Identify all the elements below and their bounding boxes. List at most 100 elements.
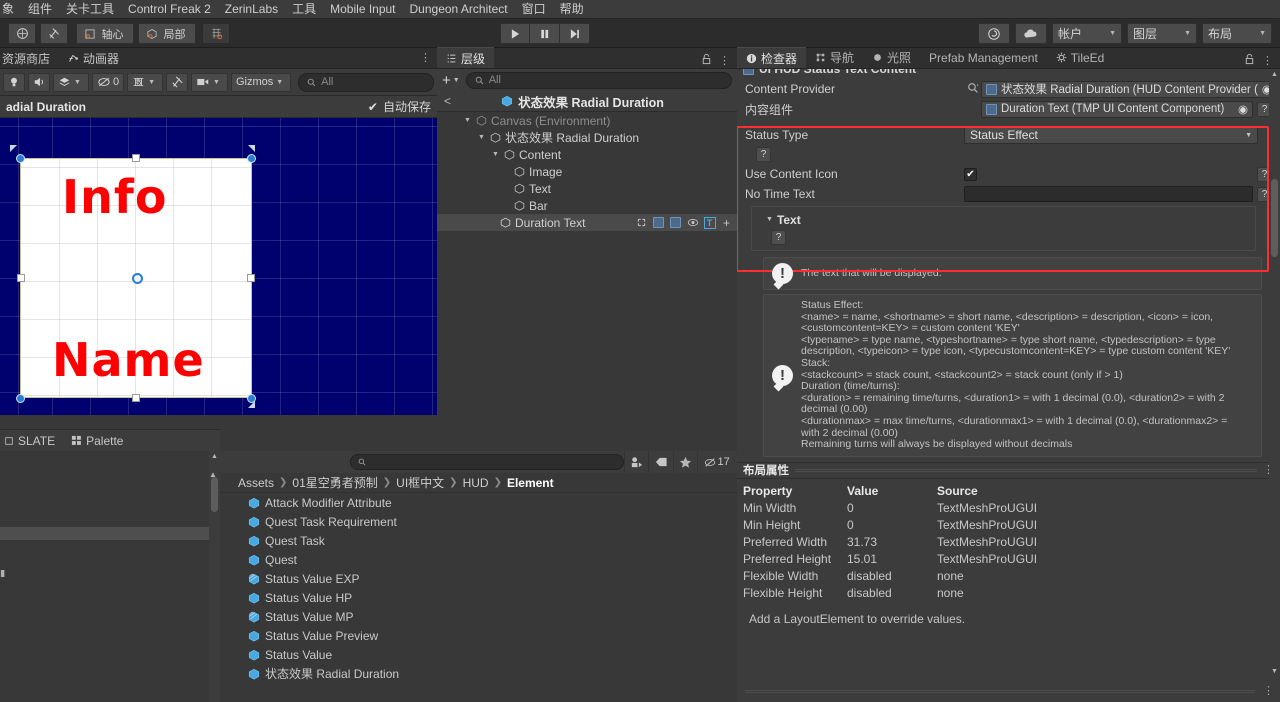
tab-tileed[interactable]: TileEd <box>1047 47 1114 68</box>
pause-button[interactable] <box>530 23 560 44</box>
menu-item-8[interactable]: 窗口 <box>515 0 553 19</box>
hierarchy-search-input[interactable]: All <box>465 71 732 89</box>
project-item-5[interactable]: Status Value HP <box>220 588 737 607</box>
breadcrumb-item-0[interactable]: Assets <box>238 476 274 490</box>
hierarchy-menu-icon[interactable]: ⋮ <box>719 55 730 66</box>
project-item-8[interactable]: Status Value <box>220 645 737 664</box>
no-time-text-input[interactable] <box>964 186 1253 202</box>
layers-dropdown[interactable]: 图层 ▼ <box>1127 23 1197 44</box>
project-item-9[interactable]: 状态效果 Radial Duration <box>220 664 737 683</box>
hierarchy-row-text[interactable]: Text <box>437 180 737 197</box>
scene-tools-icon[interactable] <box>166 72 188 92</box>
tab-animator[interactable]: 动画器 <box>68 50 119 67</box>
prefab-badge-icon-2[interactable] <box>669 216 682 229</box>
lighting-toggle-icon[interactable] <box>3 72 25 92</box>
menu-item-0[interactable]: 象 <box>0 0 21 19</box>
project-item-7[interactable]: Status Value Preview <box>220 626 737 645</box>
collab-icon[interactable] <box>978 23 1010 44</box>
scroll-up-arrow-icon[interactable]: ▲ <box>211 453 218 460</box>
menu-item-3[interactable]: Control Freak 2 <box>121 0 218 19</box>
resize-handle-bottom[interactable] <box>132 394 140 402</box>
project-filter-type-icon[interactable] <box>623 451 649 473</box>
transform-tool-button[interactable] <box>40 23 68 44</box>
play-button[interactable] <box>500 23 530 44</box>
eye-icon[interactable] <box>686 216 699 229</box>
scroll-up-arrow-icon[interactable]: ▲ <box>1271 71 1278 78</box>
inspector-scrollbar[interactable]: ▲ ▼ <box>1269 69 1280 677</box>
hierarchy-row-bar[interactable]: Bar <box>437 197 737 214</box>
project-item-0[interactable]: Attack Modifier Attribute <box>220 493 737 512</box>
project-favorites-icon[interactable] <box>672 451 698 473</box>
tab-lighting[interactable]: 光照 <box>863 47 920 68</box>
fx-dropdown-button[interactable]: ▼ <box>53 72 89 92</box>
shaded-count-button[interactable]: 0 <box>91 72 125 92</box>
text-section-header[interactable]: ▼ Text <box>752 210 1255 229</box>
scroll-down-arrow-icon[interactable]: ▼ <box>1271 668 1278 675</box>
scene-canvas[interactable]: Info Name Duration Text T + <box>0 118 437 415</box>
project-item-3[interactable]: Quest <box>220 550 737 569</box>
menu-item-2[interactable]: 关卡工具 <box>59 0 121 19</box>
breadcrumb-item-2[interactable]: UI框中文 <box>396 474 444 491</box>
scene-search-input[interactable]: All <box>298 72 434 92</box>
hierarchy-row-duration-text[interactable]: Duration Text T + <box>437 214 737 231</box>
left-lower-highlight-row[interactable] <box>0 527 220 540</box>
pivot-toggle-button[interactable]: 轴心 <box>76 23 134 44</box>
menu-item-6[interactable]: Mobile Input <box>323 0 402 19</box>
inspector-footer-menu-icon[interactable]: ⋮ <box>1263 686 1274 697</box>
menu-item-5[interactable]: 工具 <box>285 0 323 19</box>
hand-tool-button[interactable] <box>8 23 36 44</box>
status-type-dropdown[interactable]: Status Effect ▼ <box>964 126 1258 144</box>
project-item-1[interactable]: Quest Task Requirement <box>220 512 737 531</box>
hierarchy-back-button[interactable]: < <box>437 94 458 108</box>
anchor-handle-bl[interactable] <box>16 394 25 403</box>
gizmos-dropdown-button[interactable]: Gizmos ▼ <box>230 72 292 92</box>
lock-icon[interactable] <box>1244 53 1255 68</box>
tab-asset-store[interactable]: 资源商店 <box>2 50 50 67</box>
text-section-help-button[interactable]: ? <box>771 230 786 245</box>
anchor-arrow-br[interactable] <box>248 401 255 408</box>
menu-item-4[interactable]: ZerinLabs <box>218 0 285 19</box>
hierarchy-add-button[interactable]: + ▼ <box>442 72 460 89</box>
object-select-icon[interactable]: ◉ <box>1238 102 1248 116</box>
tab-slate[interactable]: SLATE <box>4 434 55 448</box>
hierarchy-row-canvas[interactable]: ▼ Canvas (Environment) <box>437 112 737 129</box>
layout-dropdown[interactable]: 布局 ▼ <box>1202 23 1272 44</box>
anchor-handle-tr[interactable] <box>247 154 256 163</box>
add-component-icon[interactable]: + <box>720 216 733 230</box>
project-item-2[interactable]: Quest Task <box>220 531 737 550</box>
lock-icon[interactable] <box>701 53 712 68</box>
menu-item-7[interactable]: Dungeon Architect <box>403 0 515 19</box>
left-lower-scrollbar[interactable]: ▲ <box>209 451 220 702</box>
cloud-icon[interactable] <box>1015 23 1047 44</box>
project-search-input[interactable] <box>350 454 624 470</box>
chevron-down-icon[interactable]: ▼ <box>491 151 500 158</box>
project-item-6[interactable]: Status Value MP <box>220 607 737 626</box>
hierarchy-row-radial-duration[interactable]: ▼ 状态效果 Radial Duration <box>437 129 737 146</box>
breadcrumb-item-1[interactable]: 01星空勇者预制 <box>292 474 377 491</box>
object-picker-search-icon[interactable] <box>964 82 981 97</box>
menu-item-1[interactable]: 组件 <box>21 0 59 19</box>
anchor-arrow-tr[interactable] <box>248 145 255 152</box>
resize-handle-top[interactable] <box>132 154 140 162</box>
step-button[interactable] <box>560 23 590 44</box>
prefab-badge-icon-1[interactable] <box>652 216 665 229</box>
local-toggle-button[interactable]: 局部 <box>138 23 196 44</box>
chevron-down-icon[interactable]: ▼ <box>477 134 486 141</box>
tab-navigation[interactable]: 导航 <box>806 47 863 68</box>
status-type-help-button[interactable]: ? <box>756 147 771 162</box>
camera-dropdown-button[interactable]: ▼ <box>191 72 228 92</box>
anchor-arrow-tl[interactable] <box>10 145 17 152</box>
layout-properties-header[interactable]: 布局属性 ⋮ <box>737 461 1280 479</box>
breadcrumb-item-4[interactable]: Element <box>507 476 554 490</box>
tab-inspector[interactable]: 检查器 <box>737 47 807 68</box>
project-filter-label-icon[interactable] <box>648 451 673 473</box>
account-dropdown[interactable]: 帐户 ▼ <box>1052 23 1122 44</box>
hierarchy-row-content[interactable]: ▼ Content <box>437 146 737 163</box>
content-provider-field[interactable]: 状态效果 Radial Duration (HUD Content Provid… <box>981 80 1272 98</box>
audio-toggle-icon[interactable] <box>28 72 50 92</box>
inspector-menu-icon[interactable]: ⋮ <box>1262 55 1273 66</box>
resize-handle-left[interactable] <box>17 274 25 282</box>
hierarchy-row-image[interactable]: Image <box>437 163 737 180</box>
breadcrumb-item-3[interactable]: HUD <box>463 476 489 490</box>
grid-snap-button[interactable] <box>202 23 230 44</box>
